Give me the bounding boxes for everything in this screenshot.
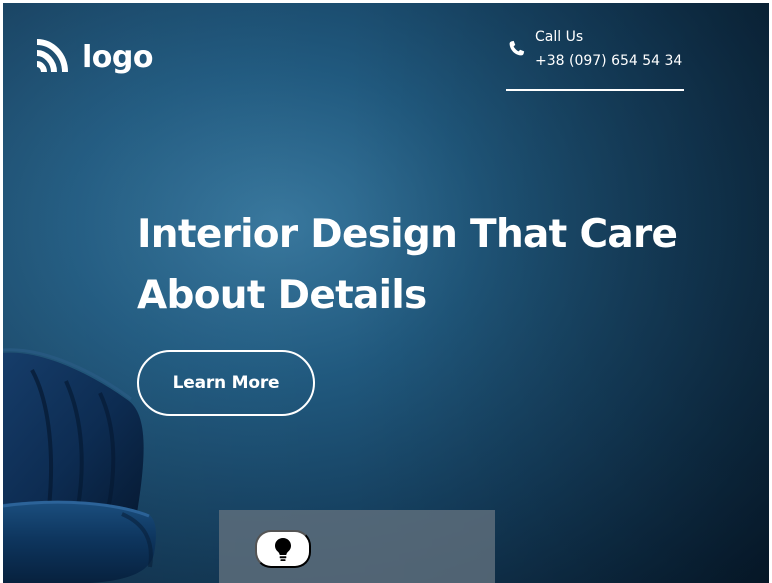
call-us-label: Call Us xyxy=(535,29,584,45)
logo-text: logo xyxy=(82,40,153,75)
hero-headline: Interior Design That Care About Details xyxy=(137,212,678,318)
call-us-contact: Call Us +38 (097) 654 54 34 xyxy=(506,27,684,95)
lightbulb-icon xyxy=(275,537,291,561)
floating-tools-panel xyxy=(219,510,495,583)
wifi-arc-logo-icon xyxy=(36,39,68,73)
phone-icon xyxy=(509,40,525,56)
contact-underline xyxy=(506,89,684,91)
hero-section: logo Call Us +38 (097) 654 54 34 Interio… xyxy=(3,3,769,583)
learn-more-button[interactable]: Learn More xyxy=(137,350,315,416)
idea-button[interactable] xyxy=(255,530,311,568)
phone-number-link[interactable]: +38 (097) 654 54 34 xyxy=(535,52,682,70)
site-logo[interactable]: logo xyxy=(30,38,153,80)
armchair-image xyxy=(3,348,156,583)
